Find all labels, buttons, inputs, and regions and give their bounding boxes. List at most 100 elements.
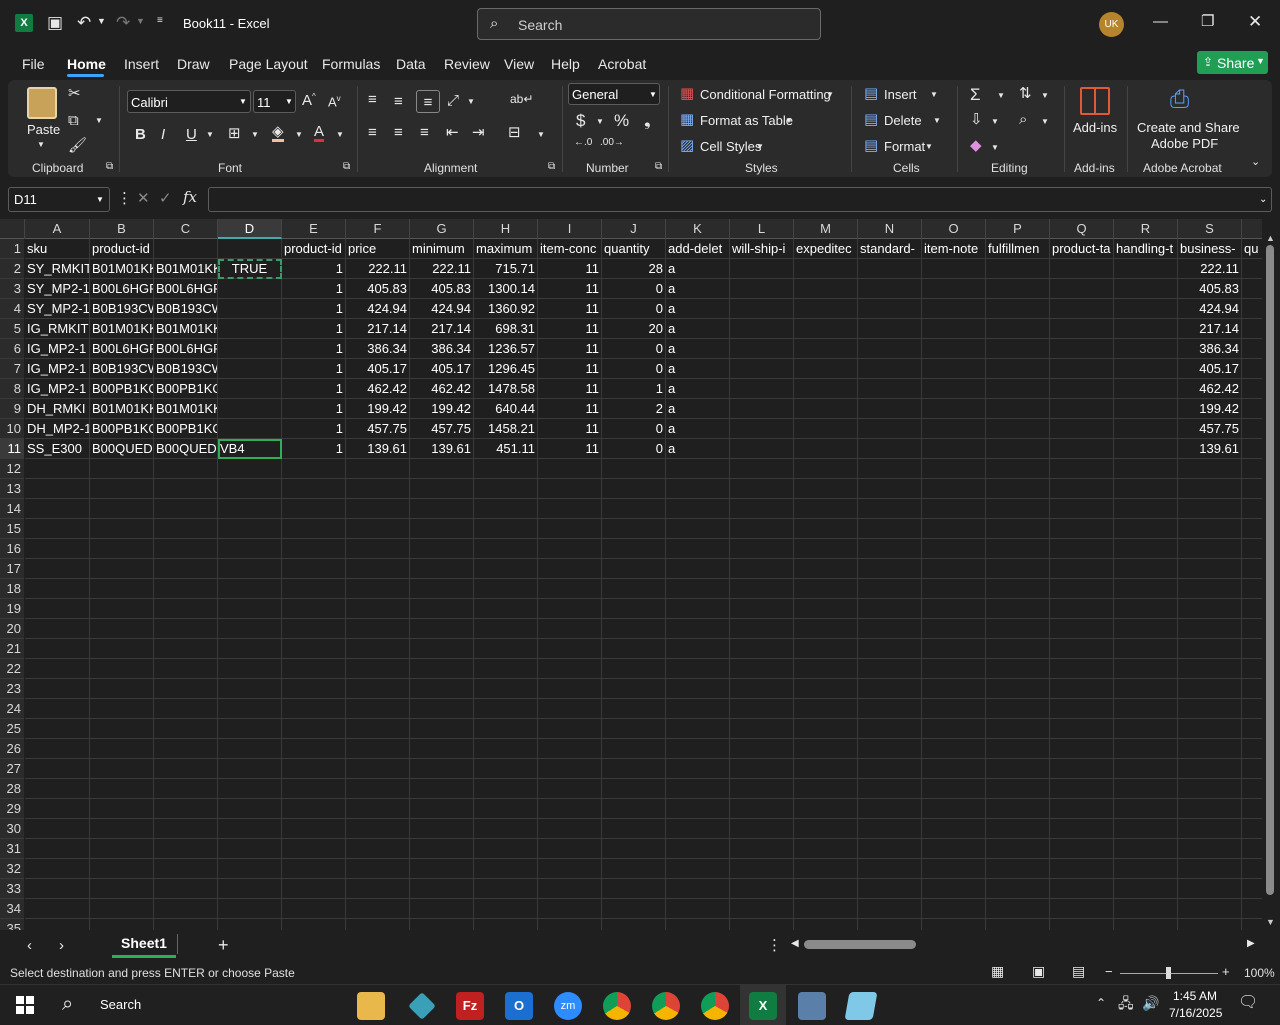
- cell-s4[interactable]: 424.94: [1178, 299, 1242, 319]
- cell-m9[interactable]: [794, 399, 858, 419]
- cell-r35[interactable]: [1114, 919, 1178, 930]
- cell-b24[interactable]: [90, 699, 154, 719]
- cell-l8[interactable]: [730, 379, 794, 399]
- cell-n16[interactable]: [858, 539, 922, 559]
- cell-h7[interactable]: 1296.45: [474, 359, 538, 379]
- cell-r14[interactable]: [1114, 499, 1178, 519]
- addins-icon[interactable]: [1080, 87, 1110, 115]
- cell-c8[interactable]: B00PB1KQTI: [154, 379, 218, 399]
- cell-h31[interactable]: [474, 839, 538, 859]
- autosum-icon[interactable]: Σ: [970, 86, 981, 103]
- share-button[interactable]: ⇪ Share ▼: [1197, 51, 1268, 74]
- cell-h16[interactable]: [474, 539, 538, 559]
- cell-i26[interactable]: [538, 739, 602, 759]
- cell-f10[interactable]: 457.75: [346, 419, 410, 439]
- cell-l10[interactable]: [730, 419, 794, 439]
- search-box[interactable]: ⌕ Search: [477, 8, 821, 40]
- cell-b9[interactable]: B01M01KK: [90, 399, 154, 419]
- filezilla-icon[interactable]: Fz: [456, 992, 484, 1020]
- cell-f13[interactable]: [346, 479, 410, 499]
- cell-i4[interactable]: 11: [538, 299, 602, 319]
- cell-j4[interactable]: 0: [602, 299, 666, 319]
- cell-j1[interactable]: quantity: [602, 239, 666, 259]
- cell-q26[interactable]: [1050, 739, 1114, 759]
- column-header-h[interactable]: H: [474, 219, 538, 239]
- cell-o27[interactable]: [922, 759, 986, 779]
- cell-l4[interactable]: [730, 299, 794, 319]
- cell-a5[interactable]: IG_RMKIT: [25, 319, 90, 339]
- windows-start-icon[interactable]: [16, 996, 34, 1014]
- cell-p26[interactable]: [986, 739, 1050, 759]
- cell-p5[interactable]: [986, 319, 1050, 339]
- cell-p7[interactable]: [986, 359, 1050, 379]
- cell-styles-icon[interactable]: ▨: [680, 138, 694, 153]
- cell-g6[interactable]: 386.34: [410, 339, 474, 359]
- cell-j12[interactable]: [602, 459, 666, 479]
- insert-cells-button[interactable]: Insert: [884, 87, 917, 102]
- cell-l6[interactable]: [730, 339, 794, 359]
- cell-h32[interactable]: [474, 859, 538, 879]
- cell-b26[interactable]: [90, 739, 154, 759]
- row-header-20[interactable]: 20: [0, 619, 24, 639]
- cell-q35[interactable]: [1050, 919, 1114, 930]
- cell-a28[interactable]: [25, 779, 90, 799]
- cell-m8[interactable]: [794, 379, 858, 399]
- cell-a2[interactable]: SY_RMKIT: [25, 259, 90, 279]
- cell-i7[interactable]: 11: [538, 359, 602, 379]
- cell-r30[interactable]: [1114, 819, 1178, 839]
- merge-center-icon[interactable]: ⊟: [508, 125, 521, 140]
- cell-a34[interactable]: [25, 899, 90, 919]
- cell-o30[interactable]: [922, 819, 986, 839]
- font-name-select[interactable]: Calibri ▼: [127, 90, 251, 113]
- row-header-5[interactable]: 5: [0, 319, 24, 339]
- find-select-dropdown-icon[interactable]: ▼: [1041, 118, 1049, 126]
- cell-q3[interactable]: [1050, 279, 1114, 299]
- cell-g35[interactable]: [410, 919, 474, 930]
- insert-cells-icon[interactable]: ▤: [864, 86, 878, 101]
- cell-p32[interactable]: [986, 859, 1050, 879]
- cell-e17[interactable]: [282, 559, 346, 579]
- column-header-n[interactable]: N: [858, 219, 922, 239]
- zoom-app-icon[interactable]: zm: [554, 992, 582, 1020]
- cell-e12[interactable]: [282, 459, 346, 479]
- cell-d13[interactable]: [218, 479, 282, 499]
- cell-s3[interactable]: 405.83: [1178, 279, 1242, 299]
- cell-e24[interactable]: [282, 699, 346, 719]
- taskbar-search-icon[interactable]: ⌕: [62, 994, 73, 1014]
- cell-k16[interactable]: [666, 539, 730, 559]
- cell-o28[interactable]: [922, 779, 986, 799]
- cell-k29[interactable]: [666, 799, 730, 819]
- cell-a15[interactable]: [25, 519, 90, 539]
- tab-acrobat[interactable]: Acrobat: [598, 56, 646, 72]
- cell-r16[interactable]: [1114, 539, 1178, 559]
- cell-e35[interactable]: [282, 919, 346, 930]
- maximize-icon[interactable]: ❐: [1201, 14, 1214, 29]
- cell-d4[interactable]: [218, 299, 282, 319]
- cell-k28[interactable]: [666, 779, 730, 799]
- cell-h22[interactable]: [474, 659, 538, 679]
- column-header-e[interactable]: E: [282, 219, 346, 239]
- cell-l26[interactable]: [730, 739, 794, 759]
- cell-q8[interactable]: [1050, 379, 1114, 399]
- cell-g19[interactable]: [410, 599, 474, 619]
- cell-a26[interactable]: [25, 739, 90, 759]
- cell-d21[interactable]: [218, 639, 282, 659]
- cell-n26[interactable]: [858, 739, 922, 759]
- cell-l27[interactable]: [730, 759, 794, 779]
- cell-r20[interactable]: [1114, 619, 1178, 639]
- cell-i34[interactable]: [538, 899, 602, 919]
- cell-o12[interactable]: [922, 459, 986, 479]
- cell-c29[interactable]: [154, 799, 218, 819]
- cell-b15[interactable]: [90, 519, 154, 539]
- cell-m26[interactable]: [794, 739, 858, 759]
- cell-o13[interactable]: [922, 479, 986, 499]
- cell-p13[interactable]: [986, 479, 1050, 499]
- cell-p9[interactable]: [986, 399, 1050, 419]
- cell-f8[interactable]: 462.42: [346, 379, 410, 399]
- cell-o9[interactable]: [922, 399, 986, 419]
- cell-n30[interactable]: [858, 819, 922, 839]
- cell-c15[interactable]: [154, 519, 218, 539]
- cell-l18[interactable]: [730, 579, 794, 599]
- cell-j23[interactable]: [602, 679, 666, 699]
- cell-e28[interactable]: [282, 779, 346, 799]
